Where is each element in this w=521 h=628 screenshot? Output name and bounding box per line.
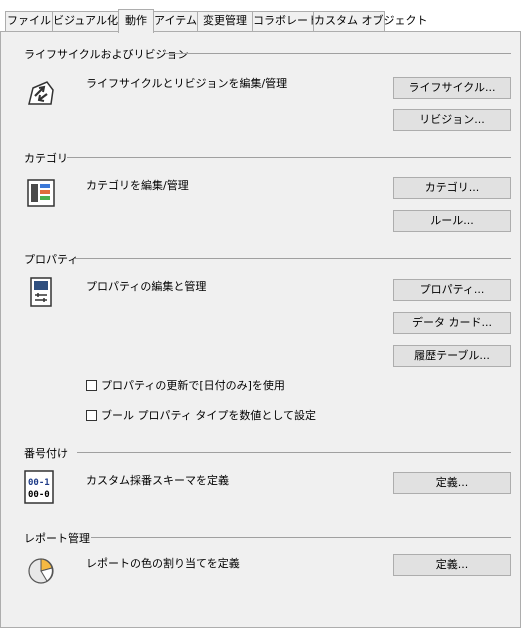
- report-description: レポートの色の割り当てを定義: [86, 557, 240, 570]
- category-icon: [27, 179, 55, 207]
- lifecycle-group-title: ライフサイクルおよびリビジョン: [24, 48, 189, 61]
- history-table-button[interactable]: 履歴テーブル...: [393, 345, 511, 367]
- numbering-define-button[interactable]: 定義...: [393, 472, 511, 494]
- properties-description: プロパティの編集と管理: [86, 280, 207, 293]
- svg-text:00-1: 00-1: [28, 478, 50, 488]
- tab-item[interactable]: アイテム: [153, 11, 198, 31]
- tab-collaborate[interactable]: コラボレート: [252, 11, 319, 31]
- tab-visualization[interactable]: ビジュアル化: [52, 11, 119, 31]
- tab-file[interactable]: ファイル: [5, 11, 53, 31]
- group-divider: [91, 537, 511, 538]
- revision-button[interactable]: リビジョン...: [393, 109, 511, 131]
- tab-custom-object[interactable]: カスタム オブジェクト: [313, 11, 428, 31]
- group-divider: [77, 452, 511, 453]
- category-description: カテゴリを編集/管理: [86, 179, 189, 192]
- properties-group-title: プロパティ: [24, 253, 79, 266]
- update-date-only-label: プロパティの更新で[日付のみ]を使用: [101, 379, 285, 392]
- pie-chart-icon: [28, 558, 54, 584]
- numbering-group-title: 番号付け: [24, 447, 68, 460]
- bool-numeric-label: ブール プロパティ タイプを数値として設定: [101, 409, 317, 422]
- property-icon: [30, 277, 52, 307]
- category-group-title: カテゴリ: [24, 152, 68, 165]
- tab-change-management[interactable]: 変更管理: [197, 11, 253, 31]
- bool-numeric-checkbox-row[interactable]: ブール プロパティ タイプを数値として設定: [86, 408, 316, 422]
- group-divider: [75, 258, 511, 259]
- property-button[interactable]: プロパティ...: [393, 279, 511, 301]
- group-divider: [165, 53, 511, 54]
- report-group-title: レポート管理: [24, 532, 90, 545]
- numbering-description: カスタム採番スキーマを定義: [86, 474, 229, 487]
- group-divider: [67, 157, 511, 158]
- svg-text:00-0: 00-0: [28, 490, 50, 500]
- numbering-scheme-icon: 00-1 00-0: [24, 470, 54, 504]
- lifecycle-description: ライフサイクルとリビジョンを編集/管理: [86, 77, 288, 90]
- behavior-panel: ライフサイクルおよびリビジョン ライフサイクルとリビジョンを編集/管理 ライフサ…: [0, 31, 521, 628]
- category-button[interactable]: カテゴリ...: [393, 177, 511, 199]
- rule-button[interactable]: ルール...: [393, 210, 511, 232]
- update-date-only-checkbox-row[interactable]: プロパティの更新で[日付のみ]を使用: [86, 378, 285, 392]
- report-define-button[interactable]: 定義...: [393, 554, 511, 576]
- tab-bar: ファイル ビジュアル化 動作 アイテム 変更管理 コラボレート カスタム オブジ…: [0, 0, 521, 33]
- update-date-only-checkbox[interactable]: [86, 379, 97, 391]
- lifecycle-edit-icon: [28, 81, 54, 105]
- datacard-button[interactable]: データ カード...: [393, 312, 511, 334]
- tab-behavior[interactable]: 動作: [118, 9, 154, 33]
- lifecycle-button[interactable]: ライフサイクル...: [393, 77, 511, 99]
- bool-numeric-checkbox[interactable]: [86, 409, 97, 421]
